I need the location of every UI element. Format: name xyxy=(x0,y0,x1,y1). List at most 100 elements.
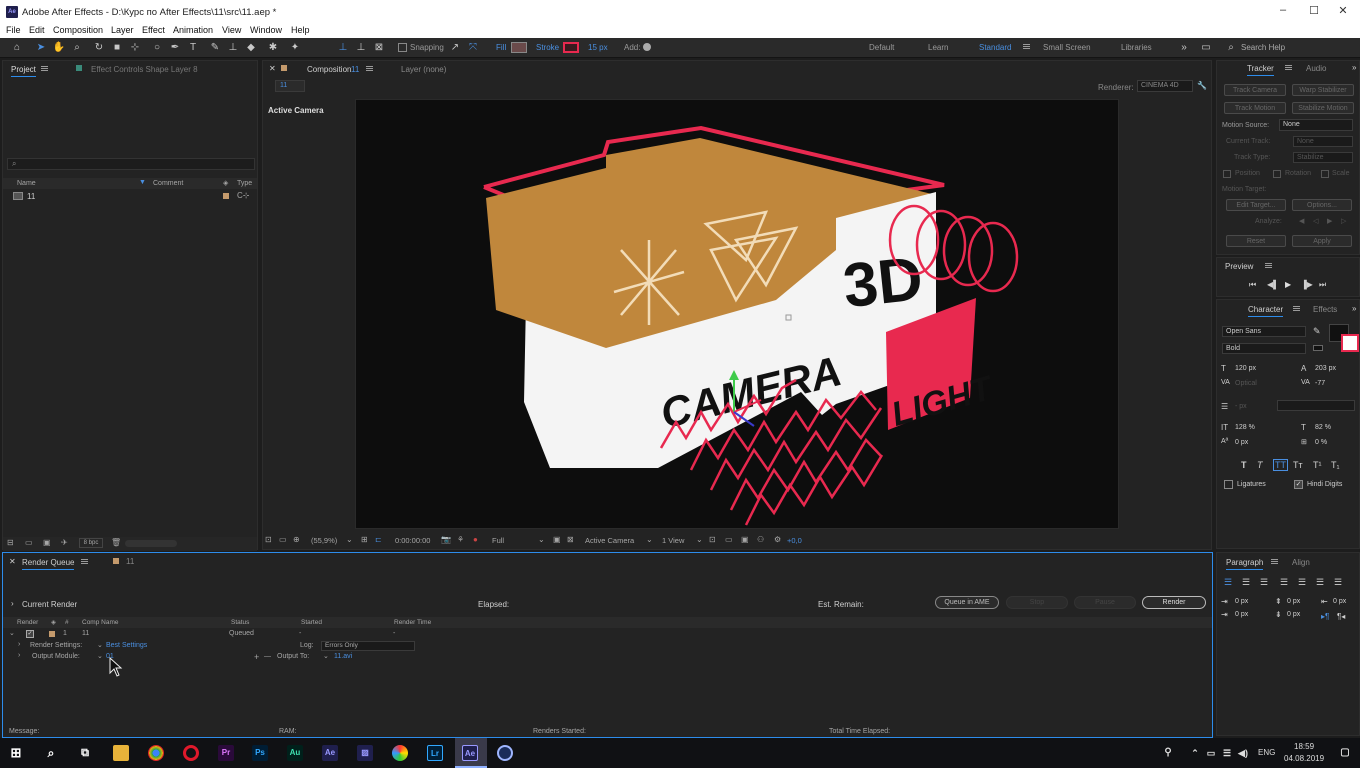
font-family-select[interactable]: Open Sans xyxy=(1222,326,1306,337)
clock-date[interactable]: 04.08.2019 xyxy=(1284,754,1324,763)
column-number[interactable]: # xyxy=(65,619,69,626)
task-view-icon[interactable]: ⧉ xyxy=(77,745,93,761)
snap-expand-icon[interactable]: ⤧ xyxy=(466,41,480,55)
align-center-icon[interactable]: ☰ xyxy=(1242,577,1250,588)
position-checkbox[interactable] xyxy=(1223,170,1231,178)
tab-align[interactable]: Align xyxy=(1292,558,1310,567)
chrome-icon[interactable] xyxy=(148,745,164,761)
composition-viewer[interactable]: 3D LIGHT CAMERA xyxy=(355,99,1119,529)
audition-icon[interactable]: Au xyxy=(287,745,303,761)
clock-time[interactable]: 18:59 xyxy=(1294,742,1314,751)
small-caps-icon[interactable]: Tт xyxy=(1293,460,1303,470)
current-render-chevron-icon[interactable]: › xyxy=(11,599,14,608)
menu-edit[interactable]: Edit xyxy=(29,25,45,35)
tab-composition-name[interactable]: 11 xyxy=(351,65,359,74)
options-button[interactable]: Options... xyxy=(1292,199,1352,211)
sync-settings-icon[interactable]: ▭ xyxy=(1199,41,1213,55)
language-indicator[interactable]: ENG xyxy=(1258,748,1275,757)
preview-menu-icon[interactable] xyxy=(1265,263,1272,269)
space-before-value[interactable]: 0 px xyxy=(1287,598,1300,605)
stroke-width-value[interactable]: - px xyxy=(1235,403,1247,410)
show-snapshot-icon[interactable]: ⚘ xyxy=(457,535,464,544)
project-search-input[interactable]: ⌕ xyxy=(7,158,255,170)
eraser-tool-icon[interactable]: ◆ xyxy=(244,41,258,55)
fast-preview-icon[interactable]: ▭ xyxy=(725,535,733,544)
clone-stamp-icon[interactable]: ⊥ xyxy=(226,41,240,55)
indent-right-value[interactable]: 0 px xyxy=(1333,598,1346,605)
shape-tool-icon[interactable]: ○ xyxy=(150,41,164,55)
edit-target-button[interactable]: Edit Target... xyxy=(1226,199,1286,211)
menu-composition[interactable]: Composition xyxy=(53,25,103,35)
font-size-value[interactable]: 120 px xyxy=(1235,365,1256,372)
fit-icon[interactable]: ⊞ xyxy=(361,535,368,544)
pan-behind-tool-icon[interactable]: ⊹ xyxy=(128,41,142,55)
remove-output-module-icon[interactable]: — xyxy=(264,653,271,660)
timeline-icon[interactable]: ▣ xyxy=(741,535,749,544)
stroke-label[interactable]: Stroke xyxy=(536,43,559,52)
subscript-icon[interactable]: T₁ xyxy=(1331,460,1340,470)
tab-composition[interactable]: Composition xyxy=(307,65,351,74)
network-icon[interactable]: ☰ xyxy=(1219,745,1235,761)
tab-tracker[interactable]: Tracker xyxy=(1247,64,1274,76)
expand-chevron-icon[interactable]: ⌄ xyxy=(9,629,15,637)
current-timecode[interactable]: 0:00:00:00 xyxy=(395,536,430,545)
justify-left-icon[interactable]: ☰ xyxy=(1280,577,1288,588)
render-item-row[interactable]: ⌄ ✓ 1 11 Queued - - xyxy=(3,629,1212,640)
toggle-pixel-icon[interactable]: ⊡ xyxy=(709,535,716,544)
menu-help[interactable]: Help xyxy=(291,25,310,35)
resolution-select[interactable]: Full xyxy=(492,536,504,545)
justify-center-icon[interactable]: ☰ xyxy=(1298,577,1306,588)
vertical-scale-value[interactable]: 128 % xyxy=(1235,424,1255,431)
superscript-icon[interactable]: T¹ xyxy=(1313,460,1322,470)
flowchart-icon[interactable]: ⚇ xyxy=(757,535,764,544)
menu-file[interactable]: File xyxy=(6,25,21,35)
workspace-libraries[interactable]: Libraries xyxy=(1121,43,1152,52)
menu-effect[interactable]: Effect xyxy=(142,25,165,35)
output-module-dropdown-icon[interactable]: ⌄ xyxy=(97,652,103,660)
photoshop-icon[interactable]: Ps xyxy=(252,745,268,761)
opera-icon[interactable] xyxy=(183,745,199,761)
snap-feather-icon[interactable]: ↗ xyxy=(448,41,462,55)
column-status[interactable]: Status xyxy=(231,619,249,626)
fill-swatch[interactable] xyxy=(511,42,527,53)
render-queue-icon[interactable]: ✈ xyxy=(61,538,68,547)
track-camera-button[interactable]: Track Camera xyxy=(1224,84,1286,96)
track-type-select[interactable]: Stabilize xyxy=(1293,152,1353,163)
project-item-row[interactable]: 11 C⊹ xyxy=(3,191,257,202)
current-track-select[interactable]: None xyxy=(1293,136,1353,147)
analyze-back-one-icon[interactable]: ◁ xyxy=(1313,217,1318,225)
pause-button[interactable]: Pause xyxy=(1074,596,1136,609)
stabilize-motion-button[interactable]: Stabilize Motion xyxy=(1292,102,1354,114)
justify-all-icon[interactable]: ☰ xyxy=(1334,577,1342,588)
font-style-select[interactable]: Bold xyxy=(1222,343,1306,354)
file-explorer-icon[interactable] xyxy=(113,745,129,761)
search-icon[interactable]: ⌕ xyxy=(1224,41,1238,55)
comp-breadcrumb[interactable]: 11 xyxy=(275,80,305,92)
prev-frame-icon[interactable]: ◀▌ xyxy=(1267,280,1279,289)
faux-italic-icon[interactable]: T xyxy=(1257,460,1263,470)
play-icon[interactable]: ▶ xyxy=(1285,280,1291,289)
render-settings-value[interactable]: Best Settings xyxy=(106,642,147,649)
always-preview-icon[interactable]: ⊡ xyxy=(265,535,272,544)
pen-tool-icon[interactable]: ✒ xyxy=(168,41,182,55)
snapshot-icon[interactable]: 📷 xyxy=(441,535,451,544)
stroke-color-swatch[interactable] xyxy=(1341,334,1359,352)
ligatures-checkbox[interactable] xyxy=(1224,480,1233,489)
people-icon[interactable]: ⚲ xyxy=(1160,745,1176,761)
menu-window[interactable]: Window xyxy=(250,25,282,35)
column-type[interactable]: Type xyxy=(237,180,252,187)
analyze-back-icon[interactable]: ◀ xyxy=(1299,217,1304,225)
minimize-button[interactable]: – xyxy=(1276,4,1290,20)
workspace-learn[interactable]: Learn xyxy=(928,43,948,52)
search-icon[interactable]: ⌕ xyxy=(43,745,59,761)
windows-start-icon[interactable]: ⊞ xyxy=(8,745,24,761)
workspace-menu-icon[interactable] xyxy=(1023,44,1030,50)
tab-paragraph[interactable]: Paragraph xyxy=(1226,558,1264,570)
channel-icon[interactable]: ● xyxy=(473,535,478,544)
stroke-swatch[interactable] xyxy=(563,42,579,53)
resolution-dropdown-icon[interactable]: ⌄ xyxy=(538,535,545,544)
render-settings-dropdown-icon[interactable]: ⌄ xyxy=(97,641,103,649)
camera-dropdown-icon[interactable]: ⌄ xyxy=(646,535,653,544)
tab-layer[interactable]: Layer (none) xyxy=(401,65,446,74)
apply-button[interactable]: Apply xyxy=(1292,235,1352,247)
